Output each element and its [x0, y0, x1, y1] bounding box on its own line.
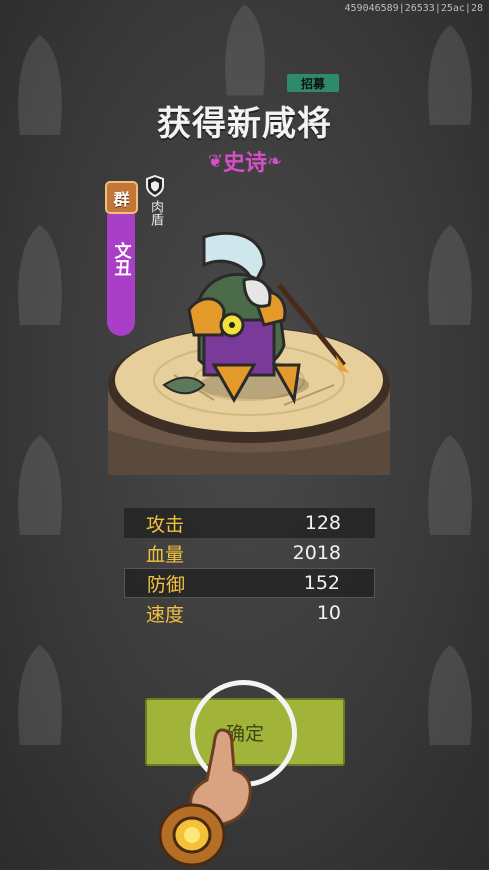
- laurel-right-icon: ❧: [267, 150, 283, 172]
- stat-label: 血量: [146, 543, 185, 566]
- pointing-hand-icon: [158, 728, 252, 867]
- stats-panel: 攻击 128 血量 2018 防御 152 速度 10: [124, 508, 375, 628]
- stat-label: 速度: [146, 603, 185, 626]
- shield-icon: [146, 175, 164, 197]
- rarity-label: ❦ 史诗 ❧: [200, 145, 290, 177]
- device-watermark: 459046589|26533|25ac|28: [344, 3, 483, 14]
- page-title: 获得新咸将: [157, 104, 332, 144]
- laurel-left-icon: ❦: [207, 150, 223, 172]
- hero-stage: [108, 231, 390, 475]
- stat-value: 2018: [292, 542, 341, 564]
- stat-value: 128: [304, 512, 341, 534]
- stat-row-hp: 血量 2018: [124, 538, 375, 568]
- stat-row-attack: 攻击 128: [124, 508, 375, 538]
- stat-label: 攻击: [146, 513, 185, 536]
- stat-value: 152: [303, 572, 340, 594]
- stat-value: 10: [316, 602, 341, 624]
- stat-row-defense: 防御 152: [124, 568, 375, 598]
- hero-role: 肉盾: [148, 200, 163, 226]
- stat-label: 防御: [147, 573, 186, 596]
- rarity-text: 史诗: [222, 151, 267, 176]
- recruit-badge: 招募: [287, 74, 339, 92]
- faction-badge: 群: [105, 181, 138, 214]
- stat-row-speed: 速度 10: [124, 598, 375, 628]
